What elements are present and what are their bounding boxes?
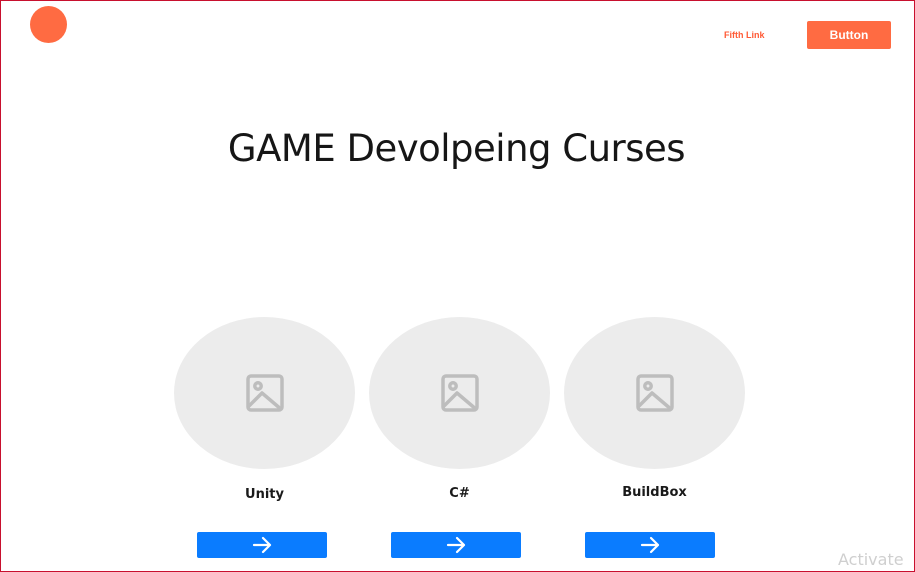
course-label: Unity (245, 487, 284, 502)
arrow-right-icon (252, 536, 272, 554)
course-open-button[interactable] (585, 532, 715, 558)
course-open-button[interactable] (197, 532, 327, 558)
course-image-placeholder (174, 317, 355, 469)
course-image-placeholder (369, 317, 550, 469)
image-placeholder-icon (245, 374, 284, 412)
logo-circle[interactable] (30, 6, 67, 43)
page-title: GAME Devolpeing Curses (227, 127, 686, 170)
arrow-right-icon (640, 536, 660, 554)
course-image-placeholder (564, 317, 745, 469)
course-open-button[interactable] (391, 532, 521, 558)
activate-watermark: Activate (838, 550, 904, 569)
arrow-right-icon (446, 536, 466, 554)
image-placeholder-icon (635, 374, 674, 412)
header-button[interactable]: Button (807, 21, 891, 49)
course-label: BuildBox (622, 485, 687, 500)
image-placeholder-icon (440, 374, 479, 412)
course-label: C# (449, 486, 470, 501)
nav-link-fifth[interactable]: Fifth Link (724, 30, 765, 40)
